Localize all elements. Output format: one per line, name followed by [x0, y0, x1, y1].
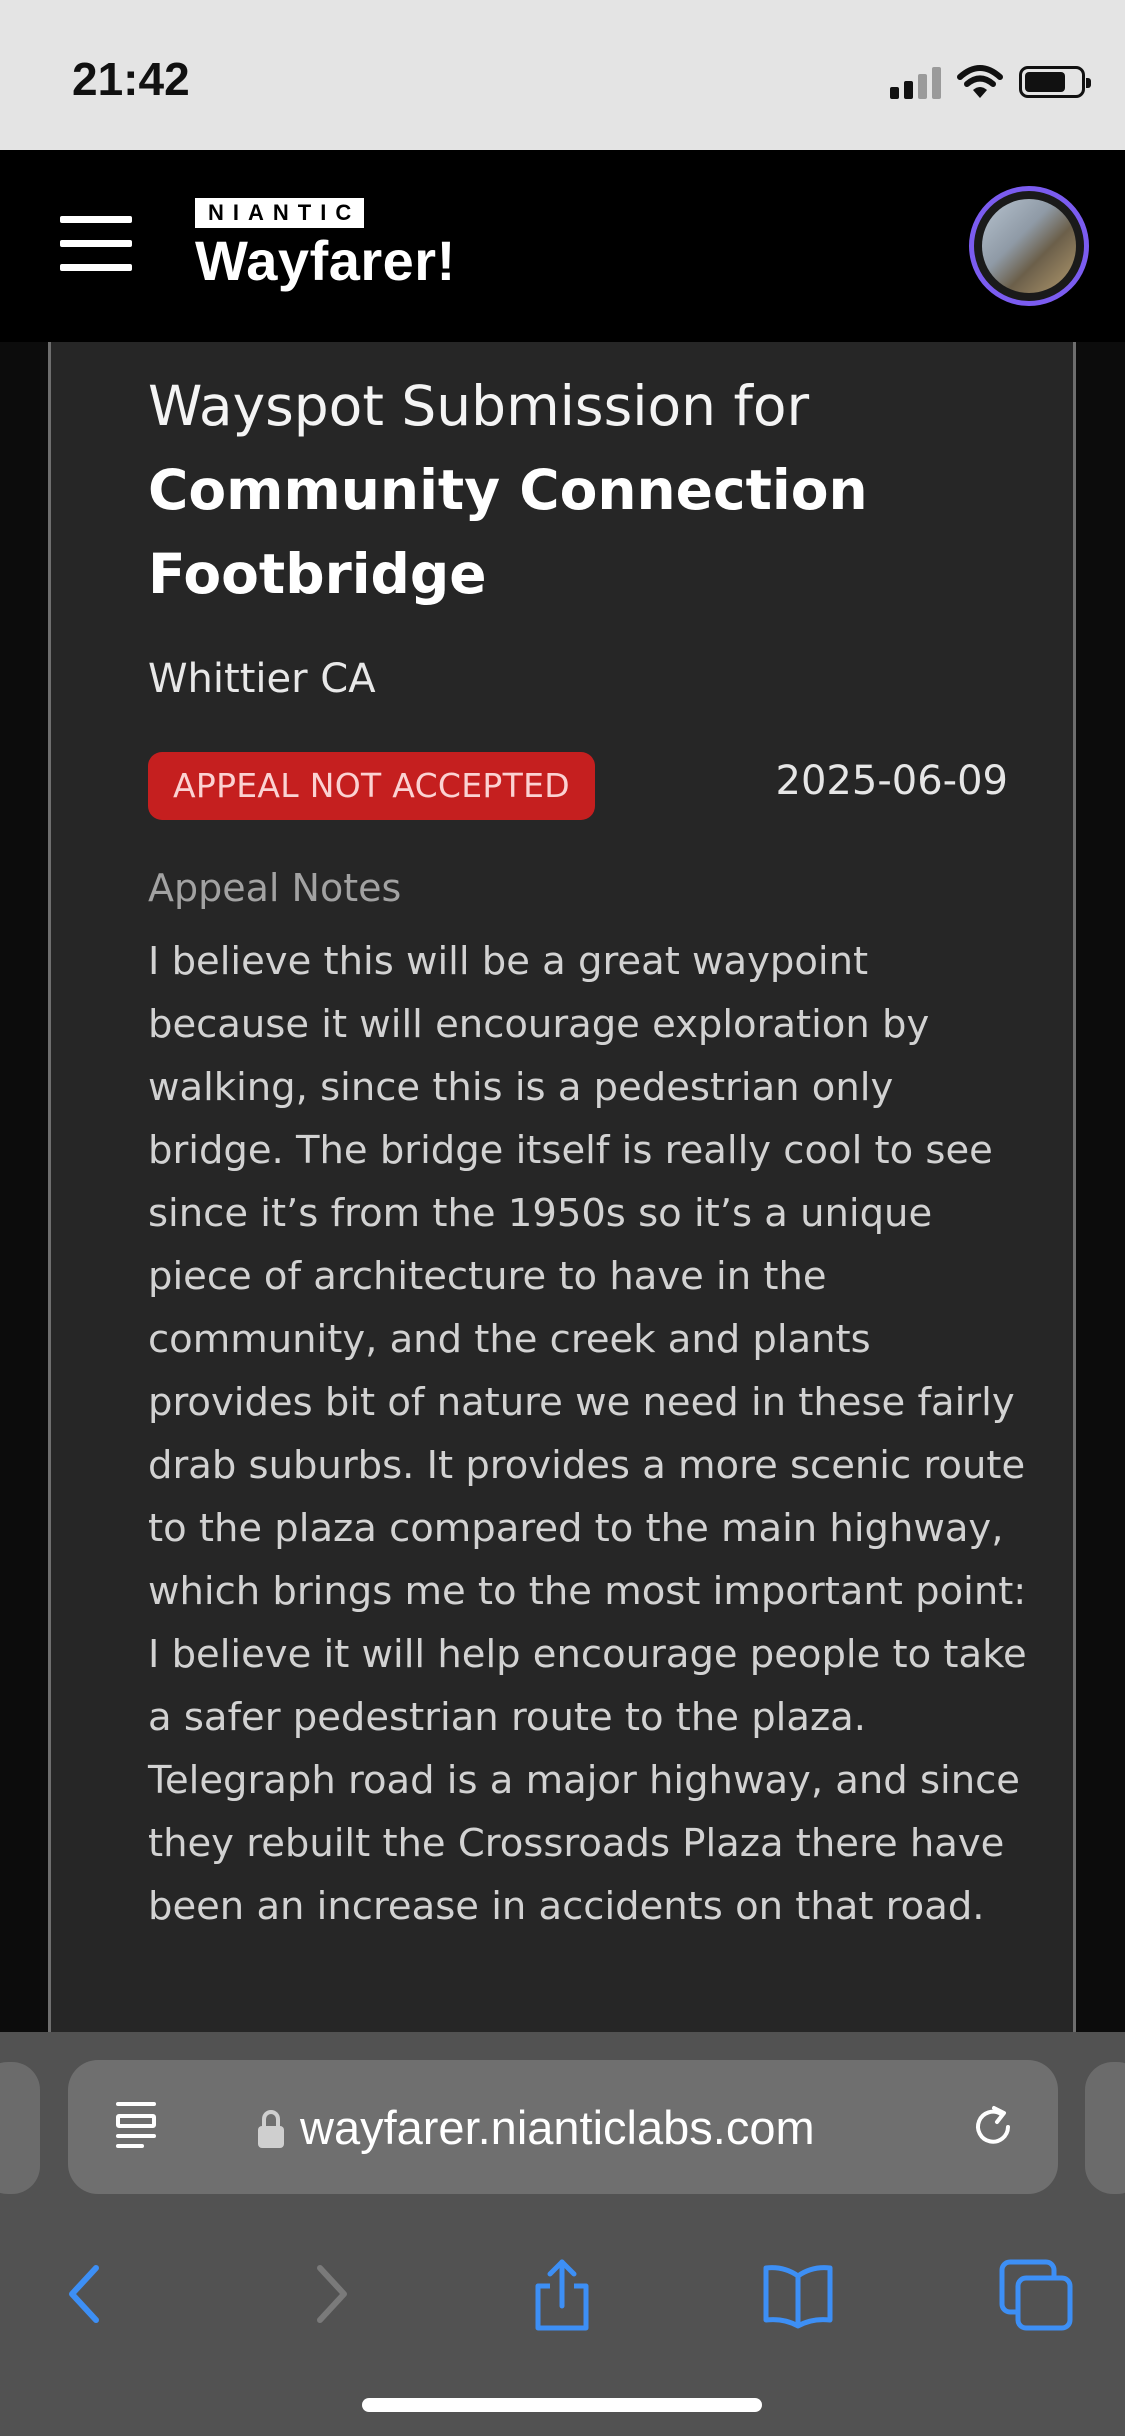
appeal-notes-label: Appeal Notes: [148, 866, 402, 910]
user-avatar[interactable]: [969, 186, 1089, 306]
logo-niantic-text: NIANTIC: [195, 198, 365, 228]
reader-mode-icon[interactable]: [116, 2100, 164, 2154]
address-bar[interactable]: wayfarer.nianticlabs.com: [68, 2060, 1058, 2194]
app-header: NIANTIC Wayfarer!: [0, 150, 1125, 342]
home-indicator[interactable]: [362, 2398, 762, 2412]
signal-icon: [890, 65, 941, 99]
title-prefix: Wayspot Submission for: [148, 374, 810, 438]
submission-date: 2025-06-09: [775, 758, 1008, 804]
submission-card: Wayspot Submission for Community Connect…: [48, 342, 1076, 2032]
logo-wayfarer-text: Wayfarer!: [195, 229, 456, 292]
appeal-notes-text: I believe this will be a great waypoint …: [148, 939, 1027, 1929]
battery-icon: [1019, 66, 1091, 98]
status-row: APPEAL NOT ACCEPTED 2025-06-09: [148, 752, 1008, 822]
status-badge: APPEAL NOT ACCEPTED: [148, 752, 595, 820]
submission-title: Wayspot Submission for Community Connect…: [148, 364, 988, 616]
back-icon[interactable]: [46, 2254, 126, 2334]
share-icon[interactable]: [522, 2254, 602, 2334]
wayfarer-logo[interactable]: NIANTIC Wayfarer!: [195, 198, 456, 292]
lock-icon: [258, 2110, 284, 2148]
browser-toolbar: wayfarer.nianticlabs.com: [0, 2032, 1125, 2436]
forward-icon[interactable]: [290, 2254, 370, 2334]
url-text: wayfarer.nianticlabs.com: [300, 2100, 815, 2154]
previous-tab-preview[interactable]: [0, 2062, 40, 2194]
status-time: 21:42: [72, 53, 190, 105]
submission-location: Whittier CA: [148, 656, 376, 702]
status-icons: [890, 60, 1091, 104]
browser-nav-row: [0, 2232, 1125, 2362]
next-tab-preview[interactable]: [1085, 2062, 1125, 2194]
status-bar: 21:42: [0, 0, 1125, 150]
reload-icon[interactable]: [968, 2102, 1018, 2152]
bookmarks-icon[interactable]: [758, 2254, 838, 2334]
menu-icon[interactable]: [60, 216, 132, 272]
tabs-icon[interactable]: [996, 2254, 1076, 2334]
title-name: Community Connection Footbridge: [148, 458, 868, 606]
wifi-icon: [957, 65, 1003, 98]
